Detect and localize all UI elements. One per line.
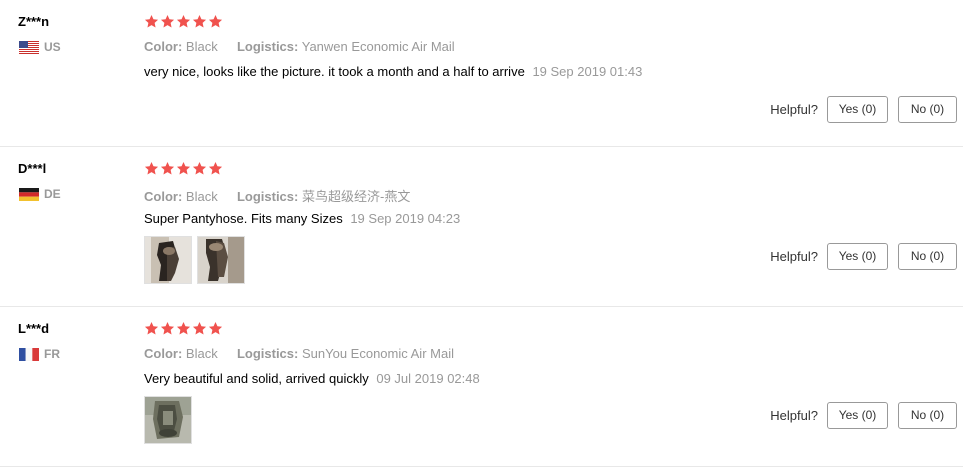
review-photo[interactable] — [144, 236, 192, 284]
review-item: Z***n US Color: Black Logistics: Yanwen … — [0, 0, 963, 147]
reviewer-name: L***d — [18, 321, 50, 336]
star-icon — [160, 14, 175, 28]
review-time: 19 Sep 2019 04:23 — [350, 211, 461, 226]
color-label: Color: — [144, 189, 183, 204]
reviewer-country: FR — [19, 347, 60, 361]
reviewer-country: DE — [19, 187, 61, 201]
logistics-label: Logistics: — [236, 189, 299, 204]
helpful-label: Helpful? — [770, 249, 818, 264]
color-value: Black — [185, 346, 218, 361]
star-icon — [144, 161, 159, 175]
star-rating — [144, 161, 223, 176]
review-text: very nice, looks like the picture. it to… — [144, 64, 525, 79]
helpful-vote-group: Helpful? Yes (0) No (0) — [770, 402, 957, 429]
review-text-row: very nice, looks like the picture. it to… — [144, 64, 642, 79]
review-time: 09 Jul 2019 02:48 — [376, 371, 480, 386]
star-icon — [160, 321, 175, 335]
review-text: Very beautiful and solid, arrived quickl… — [144, 371, 369, 386]
reviewer-name: Z***n — [18, 14, 50, 29]
country-code: DE — [44, 187, 61, 201]
color-value: Black — [185, 39, 218, 54]
star-icon — [208, 14, 223, 28]
star-icon — [192, 14, 207, 28]
country-code: FR — [44, 347, 60, 361]
fr-flag-icon — [19, 347, 39, 361]
reviewer-name: D***l — [18, 161, 47, 176]
helpful-label: Helpful? — [770, 408, 818, 423]
review-item: L***d FR Color: Black Logistics: SunYou … — [0, 307, 963, 467]
star-icon — [176, 321, 191, 335]
star-icon — [144, 14, 159, 28]
star-icon — [144, 321, 159, 335]
helpful-yes-button[interactable]: Yes (0) — [827, 402, 888, 429]
logistics-value: SunYou Economic Air Mail — [301, 346, 454, 361]
review-photo[interactable] — [197, 236, 245, 284]
helpful-vote-group: Helpful? Yes (0) No (0) — [770, 96, 957, 123]
review-photos — [144, 236, 245, 284]
star-icon — [192, 161, 207, 175]
helpful-label: Helpful? — [770, 102, 818, 117]
color-label: Color: — [144, 346, 183, 361]
de-flag-icon — [19, 187, 39, 201]
review-time: 19 Sep 2019 01:43 — [532, 64, 643, 79]
review-text-row: Super Pantyhose. Fits many Sizes 19 Sep … — [144, 211, 460, 226]
country-code: US — [44, 40, 61, 54]
product-attributes: Color: Black Logistics: 菜鸟超级经济-燕文 — [144, 186, 410, 205]
review-text: Super Pantyhose. Fits many Sizes — [144, 211, 343, 226]
star-icon — [208, 321, 223, 335]
star-rating — [144, 321, 223, 336]
star-rating — [144, 14, 223, 29]
us-flag-icon — [19, 40, 39, 54]
star-icon — [176, 14, 191, 28]
helpful-vote-group: Helpful? Yes (0) No (0) — [770, 243, 957, 270]
helpful-no-button[interactable]: No (0) — [898, 402, 957, 429]
helpful-no-button[interactable]: No (0) — [898, 243, 957, 270]
logistics-value: 菜鸟超级经济-燕文 — [301, 189, 411, 204]
logistics-label: Logistics: — [236, 346, 299, 361]
helpful-yes-button[interactable]: Yes (0) — [827, 96, 888, 123]
color-value: Black — [185, 189, 218, 204]
reviewer-country: US — [19, 40, 61, 54]
star-icon — [192, 321, 207, 335]
helpful-no-button[interactable]: No (0) — [898, 96, 957, 123]
star-icon — [176, 161, 191, 175]
review-photo[interactable] — [144, 396, 192, 444]
logistics-label: Logistics: — [236, 39, 299, 54]
star-icon — [160, 161, 175, 175]
product-attributes: Color: Black Logistics: SunYou Economic … — [144, 346, 454, 361]
product-attributes: Color: Black Logistics: Yanwen Economic … — [144, 39, 455, 54]
star-icon — [208, 161, 223, 175]
color-label: Color: — [144, 39, 183, 54]
review-photos — [144, 396, 192, 444]
helpful-yes-button[interactable]: Yes (0) — [827, 243, 888, 270]
review-item: D***l DE Color: Black Logistics: 菜鸟超级经济-… — [0, 147, 963, 307]
review-text-row: Very beautiful and solid, arrived quickl… — [144, 371, 480, 386]
logistics-value: Yanwen Economic Air Mail — [301, 39, 455, 54]
